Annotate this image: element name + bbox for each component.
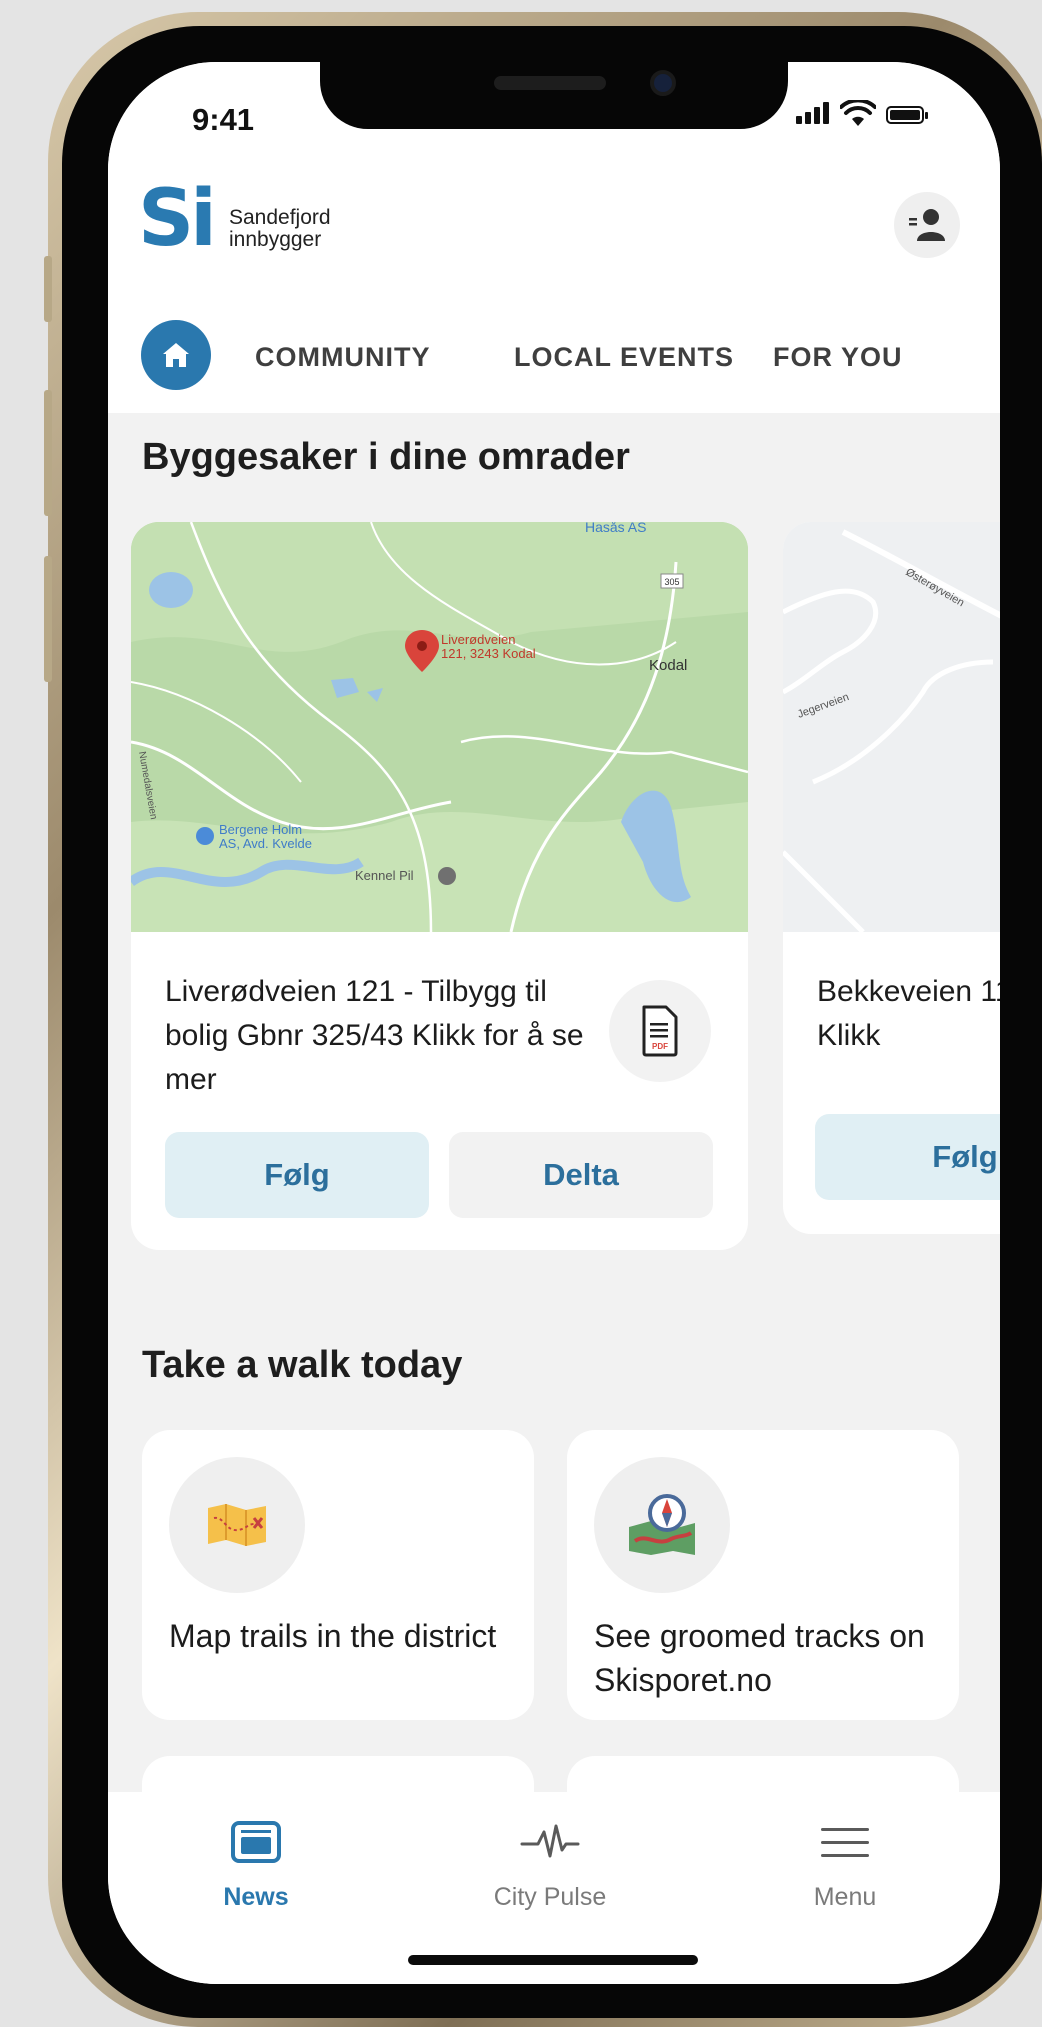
nav-city-pulse[interactable]: City Pulse (450, 1820, 650, 1912)
building-case-card-2[interactable]: Østerøyveien Jegerveien Bekkeveien 115/1… (783, 522, 1000, 1234)
walk-card-skisporet[interactable]: See groomed tracks on Skisporet.no (567, 1430, 959, 1720)
nav-city-pulse-label: City Pulse (493, 1883, 607, 1911)
walk-section-title: Take a walk today (142, 1344, 463, 1386)
compass-map-icon (594, 1457, 730, 1593)
logo-line1: Sandefjord (229, 206, 331, 229)
nav-menu[interactable]: Menu (745, 1820, 945, 1912)
menu-icon (821, 1828, 869, 1857)
profile-icon (909, 209, 945, 241)
walk-card-trails[interactable]: Map trails in the district (142, 1430, 534, 1720)
map-poi-bergene-2: AS, Avd. Kvelde (219, 836, 312, 851)
news-icon (231, 1821, 281, 1863)
logo-mark: Si (138, 174, 217, 264)
logo-line2: innbygger (229, 228, 322, 251)
tab-home[interactable] (141, 320, 211, 390)
map-poi-bergene-1: Bergene Holm (219, 822, 302, 837)
walk-label-skisporet: See groomed tracks on Skisporet.no (594, 1618, 925, 1698)
status-time: 9:41 (192, 102, 255, 137)
home-indicator[interactable] (408, 1955, 698, 1965)
battery-icon (886, 106, 928, 124)
side-button (44, 256, 52, 322)
case-description[interactable]: Liverødveien 121 - Tilbygg til bolig Gbn… (165, 970, 585, 1102)
nav-news[interactable]: News (156, 1820, 356, 1912)
map-town-kodal: Kodal (649, 657, 687, 674)
nav-menu-label: Menu (813, 1883, 877, 1911)
profile-button[interactable] (894, 192, 960, 258)
status-icons (796, 100, 928, 130)
participate-button[interactable]: Delta (449, 1132, 713, 1218)
pdf-badge-text: PDF (652, 1042, 668, 1051)
nav-news-label: News (223, 1883, 289, 1911)
map-poi-kennel: Kennel Pil (355, 868, 414, 883)
logo-text: Sandefjord innbygger (229, 207, 331, 251)
front-camera (650, 70, 676, 96)
case-map-2[interactable]: Østerøyveien Jegerveien (783, 522, 1000, 932)
trail-map-icon (169, 1457, 305, 1593)
building-cases-title: Byggesaker i dine omrader (142, 436, 630, 478)
case-description-2[interactable]: Bekkeveien 115/127 Klikk (817, 970, 1000, 1058)
follow-button[interactable]: Følg (165, 1132, 429, 1218)
map-pin-line2: 121, 3243 Kodal (441, 646, 536, 661)
case-map[interactable]: 305 Hasås AS Kodal Liverødveien 121, 324… (131, 522, 748, 932)
volume-down-button (44, 556, 52, 682)
building-case-card[interactable]: 305 Hasås AS Kodal Liverødveien 121, 324… (131, 522, 748, 1250)
home-icon (163, 343, 189, 367)
pdf-icon: PDF (642, 1005, 678, 1057)
speaker (494, 76, 606, 90)
walk-label-trails: Map trails in the district (169, 1618, 497, 1654)
notch (320, 62, 788, 129)
map-pin-line1: Liverødveien (441, 632, 515, 647)
tab-community[interactable]: COMMUNITY (255, 342, 430, 373)
map-poi-hasas: Hasås AS (585, 522, 646, 535)
wifi-icon (840, 100, 876, 126)
volume-up-button (44, 390, 52, 516)
pulse-icon (520, 1824, 580, 1858)
category-tabs: COMMUNITY LOCAL EVENTS FOR YOU (141, 320, 1000, 390)
map-road-label: 305 (664, 577, 679, 587)
pdf-button[interactable]: PDF (609, 980, 711, 1082)
follow-button-2[interactable]: Følg (815, 1114, 1000, 1200)
screen: 9:41 Si Sandefjord innbygger COMMUNITY L… (108, 62, 1000, 1984)
tab-local-events[interactable]: LOCAL EVENTS (514, 342, 734, 373)
tab-for-you[interactable]: FOR YOU (773, 342, 903, 373)
